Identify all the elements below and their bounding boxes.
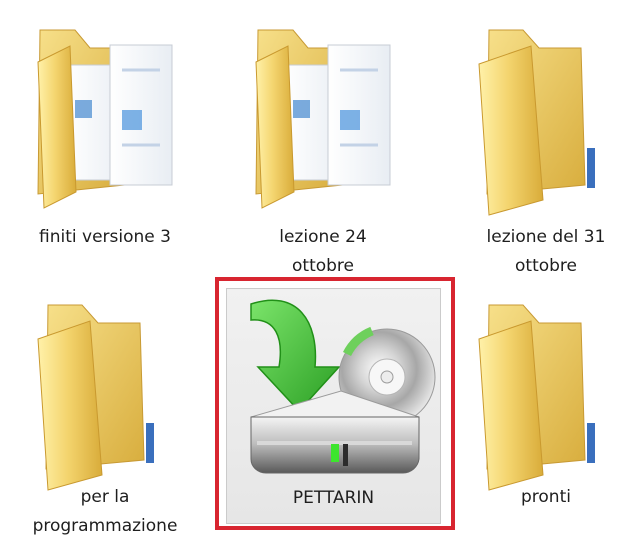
folder-with-documents-icon (37, 29, 173, 209)
folder-label: pronti (461, 483, 631, 512)
folder-item-lezione-24-ottobre[interactable]: lezione 24 ottobre (238, 10, 408, 280)
folder-label-line: pronti (521, 487, 571, 507)
folder-label-line: lezione 24 (279, 227, 367, 247)
folder-label-line: per la (80, 487, 130, 507)
folder-item-lezione-del-31-ottobre[interactable]: lezione del 31 ottobre (461, 10, 631, 280)
folder-label-line: programmazione (32, 516, 178, 536)
folder-item-per-la-programmazione[interactable]: per la programmazione (20, 285, 190, 543)
folder-label: per la programmazione (20, 483, 190, 541)
folder-icon (37, 304, 154, 491)
folder-label-line: finiti versione 3 (39, 227, 171, 247)
folder-label-line: ottobre (515, 256, 577, 276)
drive-item-pettarin[interactable]: PETTARIN (226, 288, 441, 524)
folder-icon (478, 29, 595, 216)
folder-icon (478, 304, 595, 491)
drive-label: PETTARIN (292, 488, 375, 508)
folder-item-pronti[interactable]: pronti (461, 285, 631, 530)
folder-with-documents-icon (255, 29, 391, 209)
folder-item-finiti-versione-3[interactable]: finiti versione 3 (20, 10, 190, 255)
folder-label: lezione del 31 ottobre (461, 223, 631, 281)
folder-label: finiti versione 3 (20, 223, 190, 252)
folder-label-line: lezione del 31 (486, 227, 606, 247)
folder-label: lezione 24 ottobre (238, 223, 408, 281)
folder-label-line: ottobre (292, 256, 354, 276)
